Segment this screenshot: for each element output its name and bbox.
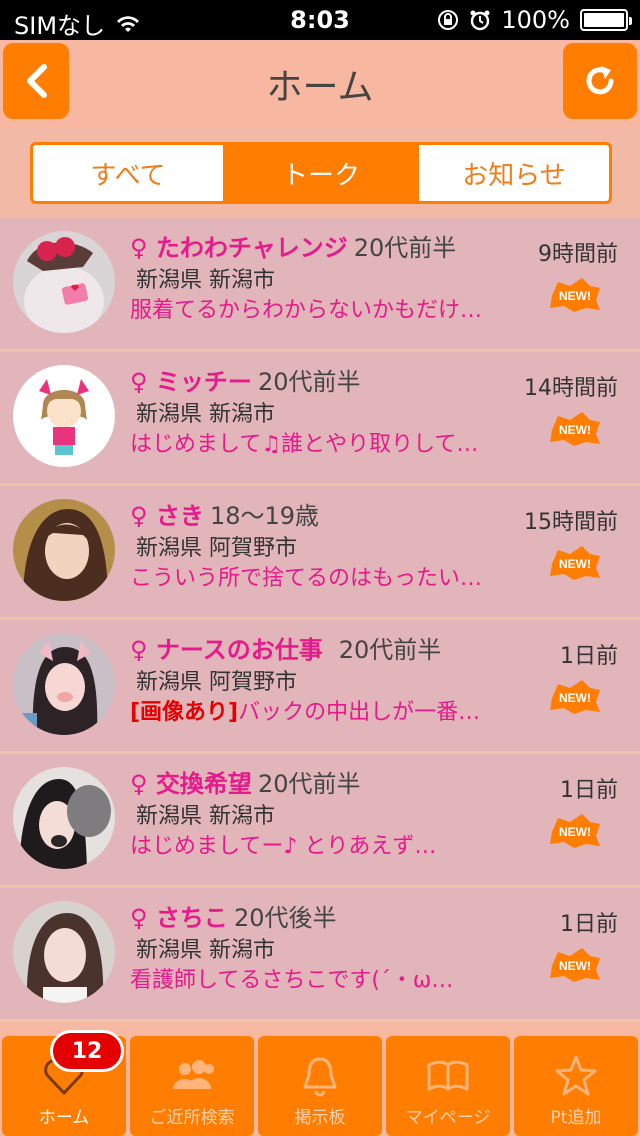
message-text: はじめまして♫誰とやり取りして… <box>130 432 479 457</box>
name-line: ♀ たわわチャレンジ 20代前半 <box>130 228 456 263</box>
people-icon <box>173 1060 214 1089</box>
user-age: 20代前半 <box>353 234 457 262</box>
message-preview: こういう所で捨てるのはもったい… <box>130 560 510 592</box>
user-name: ♀ さき <box>130 502 204 530</box>
tab-my-page[interactable]: マイページ <box>386 1036 510 1136</box>
star-icon <box>555 1055 597 1096</box>
user-name: ♀ たわわチャレンジ <box>130 234 348 262</box>
segment-notice[interactable]: お知らせ <box>419 145 609 201</box>
avatar <box>13 365 115 467</box>
bell-icon <box>303 1057 337 1097</box>
user-location: 新潟県 新潟市 <box>136 402 275 427</box>
avatar <box>13 231 115 333</box>
user-age: 18〜19歳 <box>209 502 320 530</box>
user-location: 新潟県 阿賀野市 <box>136 670 297 695</box>
new-badge-label: NEW! <box>559 557 591 571</box>
new-badge-icon: NEW! <box>550 814 600 848</box>
name-line: ♀ ミッチー 20代前半 <box>130 362 360 397</box>
tab-add-points[interactable]: Pt追加 <box>514 1036 638 1136</box>
image-tag: [画像あり] <box>130 700 239 725</box>
message-text: はじめましてー♪ とりあえず… <box>130 834 437 859</box>
list-item[interactable]: ♀ さちこ 20代後半 新潟県 新潟市 看護師してるさちこです(´・ω… 1日前 … <box>0 888 640 1022</box>
tab-bulletin-board[interactable]: 掲示板 <box>258 1036 382 1136</box>
message-preview: はじめまして♫誰とやり取りして… <box>130 426 510 458</box>
new-badge-icon: NEW! <box>550 278 600 312</box>
segmented-control: すべて トーク お知らせ <box>30 142 612 204</box>
message-text: 服着てるからわからないかもだけ… <box>130 298 483 323</box>
user-age: 20代前半 <box>338 636 442 664</box>
name-line: ♀ さき 18〜19歳 <box>130 496 319 531</box>
user-name: ♀ さちこ <box>130 904 228 932</box>
user-location: 新潟県 新潟市 <box>136 804 275 829</box>
list-item[interactable]: ♀ 交換希望 20代前半 新潟県 新潟市 はじめましてー♪ とりあえず… 1日前 … <box>0 754 640 888</box>
book-icon <box>427 1060 469 1091</box>
segment-all[interactable]: すべて <box>33 145 226 201</box>
user-age: 20代前半 <box>257 770 361 798</box>
time-ago: 15時間前 <box>524 510 618 535</box>
name-line: ♀ さちこ 20代後半 <box>130 898 336 933</box>
time-ago: 14時間前 <box>524 376 618 401</box>
message-preview: 服着てるからわからないかもだけ… <box>130 292 510 324</box>
user-location: 新潟県 阿賀野市 <box>136 536 297 561</box>
new-badge-icon: NEW! <box>550 948 600 982</box>
page-title: ホーム <box>266 67 374 108</box>
name-line: ♀ 交換希望 20代前半 <box>130 764 360 799</box>
avatar <box>13 901 115 1003</box>
user-location: 新潟県 新潟市 <box>136 268 275 293</box>
rotation-lock-icon <box>438 10 459 30</box>
message-preview: 看護師してるさちこです(´・ω… <box>130 962 510 994</box>
avatar <box>13 633 115 735</box>
user-age: 20代後半 <box>233 904 337 932</box>
tab-nearby-search[interactable]: ご近所検索 <box>130 1036 254 1136</box>
message-list: ♀ たわわチャレンジ 20代前半 新潟県 新潟市 服着てるからわからないかもだけ…… <box>0 218 640 1022</box>
time-ago: 1日前 <box>560 644 618 669</box>
avatar <box>13 767 115 869</box>
new-badge-label: NEW! <box>559 959 591 973</box>
user-name: ♀ ナースのお仕事 <box>130 636 323 664</box>
name-line: ♀ ナースのお仕事 20代前半 <box>130 630 441 665</box>
user-location: 新潟県 新潟市 <box>136 938 275 963</box>
unread-badge: 12 <box>50 1030 124 1072</box>
new-badge-icon: NEW! <box>550 546 600 580</box>
user-name: ♀ 交換希望 <box>130 770 252 798</box>
new-badge-label: NEW! <box>559 289 591 303</box>
tab-bar: 12 ホーム ご近所検索 掲示板 マイページ Pt追加 <box>0 1030 640 1136</box>
tab-label: ご近所検索 <box>149 1108 235 1128</box>
list-item[interactable]: ♀ ナースのお仕事 20代前半 新潟県 阿賀野市 [画像あり]バックの中出しが一番… <box>0 620 640 754</box>
list-item[interactable]: ♀ ミッチー 20代前半 新潟県 新潟市 はじめまして♫誰とやり取りして… 14時… <box>0 352 640 486</box>
tab-label: ホーム <box>38 1108 90 1128</box>
time-ago: 1日前 <box>560 778 618 803</box>
avatar <box>13 499 115 601</box>
message-preview: [画像あり]バックの中出しが一番… <box>130 694 510 726</box>
new-badge-icon: NEW! <box>550 412 600 446</box>
message-text: こういう所で捨てるのはもったい… <box>130 566 483 591</box>
time-ago: 9時間前 <box>538 242 618 267</box>
new-badge-icon: NEW! <box>550 680 600 714</box>
time-ago: 1日前 <box>560 912 618 937</box>
refresh-icon <box>586 66 614 95</box>
alarm-icon <box>470 10 490 31</box>
list-item[interactable]: ♀ たわわチャレンジ 20代前半 新潟県 新潟市 服着てるからわからないかもだけ…… <box>0 218 640 352</box>
message-text: 看護師してるさちこです(´・ω… <box>130 968 454 993</box>
refresh-button[interactable] <box>563 43 637 119</box>
new-badge-label: NEW! <box>559 691 591 705</box>
segment-talk[interactable]: トーク <box>226 145 419 201</box>
status-right: 100% <box>437 6 632 34</box>
battery-percent: 100% <box>501 6 570 34</box>
tab-label: 掲示板 <box>294 1108 346 1128</box>
tab-label: Pt追加 <box>550 1108 602 1128</box>
new-badge-label: NEW! <box>559 423 591 437</box>
new-badge-label: NEW! <box>559 825 591 839</box>
list-item[interactable]: ♀ さき 18〜19歳 新潟県 阿賀野市 こういう所で捨てるのはもったい… 15時… <box>0 486 640 620</box>
segment-bar: すべて トーク お知らせ <box>0 128 640 218</box>
status-bar: SIMなし 8:03 100% <box>0 0 640 40</box>
header: ホーム <box>0 40 640 128</box>
tab-label: マイページ <box>405 1108 491 1128</box>
message-preview: はじめましてー♪ とりあえず… <box>130 828 510 860</box>
user-name: ♀ ミッチー <box>130 368 252 396</box>
user-age: 20代前半 <box>257 368 361 396</box>
tab-home[interactable]: 12 ホーム <box>2 1030 126 1136</box>
message-text: バックの中出しが一番… <box>238 700 481 725</box>
battery-icon <box>580 9 632 31</box>
